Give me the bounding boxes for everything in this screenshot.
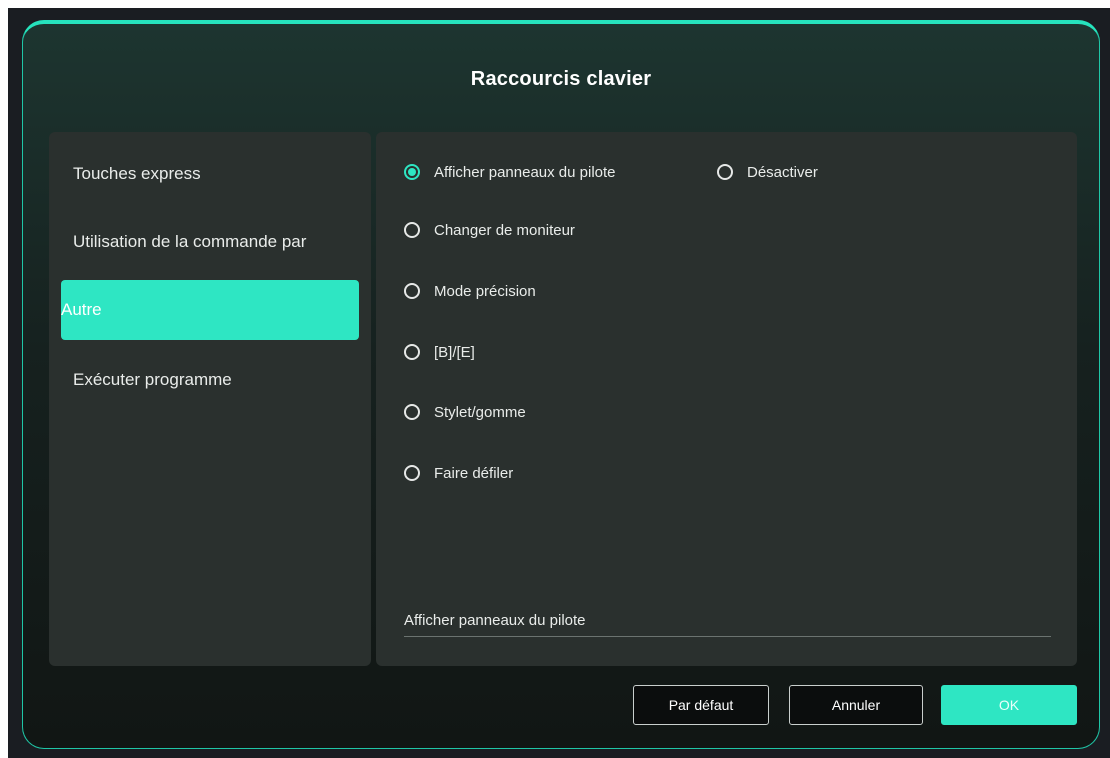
radio-unchecked-icon — [404, 222, 420, 238]
radio-faire-defiler[interactable]: Faire défiler — [404, 461, 513, 485]
dialog-title: Raccourcis clavier — [470, 68, 652, 90]
radio-label: Mode précision — [434, 282, 536, 300]
sidebar-item-label: Utilisation de la commande par — [73, 232, 307, 251]
radio-label: Stylet/gomme — [434, 403, 526, 421]
sidebar-item-autre[interactable]: Autre — [61, 280, 359, 340]
radio-unchecked-icon — [404, 344, 420, 360]
radio-label: [B]/[E] — [434, 343, 475, 361]
radio-label: Désactiver — [747, 163, 818, 181]
radio-mode-precision[interactable]: Mode précision — [404, 279, 536, 303]
radio-label: Faire défiler — [434, 464, 514, 482]
radio-changer-moniteur[interactable]: Changer de moniteur — [404, 218, 575, 242]
radio-desactiver[interactable]: Désactiver — [717, 160, 818, 184]
cancel-button[interactable]: Annuler — [789, 685, 923, 725]
sidebar-item-touches-express[interactable]: Touches express — [61, 144, 359, 204]
sidebar-item-utilisation-commande[interactable]: Utilisation de la commande par — [61, 212, 359, 272]
radio-label: Changer de moniteur — [434, 221, 575, 239]
options-panel: Afficher panneaux du pilote Désactiver C… — [376, 132, 1077, 666]
radio-unchecked-icon — [404, 283, 420, 299]
selected-action-field[interactable]: Afficher panneaux du pilote — [404, 606, 1051, 637]
radio-unchecked-icon — [404, 465, 420, 481]
radio-b-e[interactable]: [B]/[E] — [404, 340, 475, 364]
radio-label: Afficher panneaux du pilote — [434, 163, 616, 181]
radio-stylet-gomme[interactable]: Stylet/gomme — [404, 400, 526, 424]
category-sidebar: Touches express Utilisation de la comman… — [49, 132, 371, 666]
radio-afficher-panneaux[interactable]: Afficher panneaux du pilote — [404, 160, 616, 184]
ok-button[interactable]: OK — [941, 685, 1077, 725]
sidebar-item-label: Exécuter programme — [73, 370, 232, 389]
radio-unchecked-icon — [717, 164, 733, 180]
default-button[interactable]: Par défaut — [633, 685, 769, 725]
radio-unchecked-icon — [404, 404, 420, 420]
sidebar-item-executer-programme[interactable]: Exécuter programme — [61, 350, 359, 410]
radio-checked-icon — [404, 164, 420, 180]
keyboard-shortcuts-dialog: Raccourcis clavier Touches express Utili… — [22, 20, 1100, 749]
sidebar-item-label: Touches express — [73, 164, 201, 183]
sidebar-item-label: Autre — [61, 300, 102, 319]
